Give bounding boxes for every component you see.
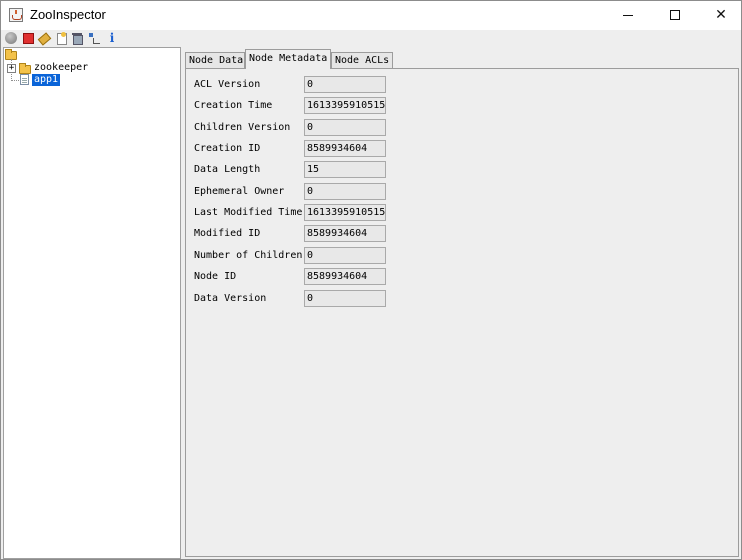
data-version-label: Data Version bbox=[194, 293, 267, 304]
expand-toggle-icon[interactable]: + bbox=[7, 64, 16, 73]
node-id-label: Node ID bbox=[194, 271, 237, 282]
node-viewers-icon[interactable] bbox=[88, 32, 100, 44]
folder-icon bbox=[19, 63, 31, 74]
info-icon[interactable]: i bbox=[106, 32, 118, 44]
maximize-button[interactable] bbox=[652, 1, 698, 30]
tree-node-zookeeper[interactable]: zookeeper bbox=[34, 62, 88, 74]
ephemeral-owner-field[interactable]: 0 bbox=[304, 183, 386, 200]
refresh-icon[interactable] bbox=[38, 32, 50, 44]
data-version-field[interactable]: 0 bbox=[304, 290, 386, 307]
creation-time-field[interactable]: 1613395910515 bbox=[304, 97, 386, 114]
creation-id-label: Creation ID bbox=[194, 143, 261, 154]
node-details-pane: Node Data Node Metadata Node ACLs ACL Ve… bbox=[183, 47, 741, 559]
node-tree[interactable]: + zookeeper app1 bbox=[3, 47, 181, 559]
node-id-field[interactable]: 8589934604 bbox=[304, 268, 386, 285]
number-of-children-field[interactable]: 0 bbox=[304, 247, 386, 264]
data-length-field[interactable]: 15 bbox=[304, 161, 386, 178]
data-length-label: Data Length bbox=[194, 164, 261, 175]
close-button[interactable]: ✕ bbox=[698, 1, 742, 30]
acl-version-field[interactable]: 0 bbox=[304, 76, 386, 93]
window-title: ZooInspector bbox=[30, 7, 106, 22]
add-node-icon[interactable] bbox=[55, 32, 67, 45]
connect-icon[interactable] bbox=[5, 32, 17, 44]
modified-id-field[interactable]: 8589934604 bbox=[304, 225, 386, 242]
toolbar: i bbox=[1, 30, 741, 47]
delete-node-icon[interactable] bbox=[71, 32, 83, 45]
tab-node-acls[interactable]: Node ACLs bbox=[331, 52, 393, 69]
title-bar: ZooInspector ✕ bbox=[1, 1, 741, 30]
file-icon bbox=[20, 74, 29, 85]
creation-id-field[interactable]: 8589934604 bbox=[304, 140, 386, 157]
tree-node-app1[interactable]: app1 bbox=[32, 74, 61, 86]
java-cup-icon bbox=[9, 8, 23, 22]
maximize-icon bbox=[670, 10, 680, 20]
close-icon: ✕ bbox=[715, 7, 727, 23]
tab-node-metadata[interactable]: Node Metadata bbox=[245, 49, 331, 69]
last-modified-time-field[interactable]: 1613395910515 bbox=[304, 204, 386, 221]
last-modified-time-label: Last Modified Time bbox=[194, 207, 303, 218]
disconnect-icon[interactable] bbox=[22, 32, 34, 44]
minimize-button[interactable] bbox=[605, 1, 651, 30]
ephemeral-owner-label: Ephemeral Owner bbox=[194, 186, 285, 197]
metadata-panel: ACL Version 0 Creation Time 161339591051… bbox=[185, 68, 739, 557]
minimize-icon bbox=[623, 15, 633, 16]
creation-time-label: Creation Time bbox=[194, 100, 273, 111]
tree-connector bbox=[12, 80, 19, 81]
number-of-children-label: Number of Children bbox=[194, 250, 303, 261]
children-version-label: Children Version bbox=[194, 122, 291, 133]
app-window: ZooInspector ✕ i + zookeeper app1 Node D… bbox=[0, 0, 742, 560]
acl-version-label: ACL Version bbox=[194, 79, 261, 90]
children-version-field[interactable]: 0 bbox=[304, 119, 386, 136]
modified-id-label: Modified ID bbox=[194, 228, 261, 239]
tab-node-data[interactable]: Node Data bbox=[185, 52, 245, 69]
